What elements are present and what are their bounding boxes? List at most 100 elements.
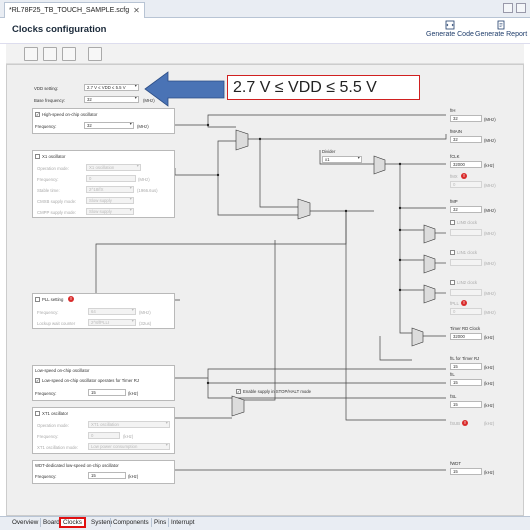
- fmx-unit: (MHz): [484, 183, 496, 188]
- x1-frequency-input[interactable]: 0: [86, 175, 136, 182]
- fmx-value: 0: [450, 181, 482, 188]
- tab-clocks[interactable]: Clocks: [59, 517, 86, 528]
- lin2-checkbox[interactable]: [450, 280, 455, 285]
- xt1-mode-label: Operation mode:: [37, 423, 70, 428]
- x1-label: X1 oscillator: [42, 154, 66, 159]
- timer-rd-label: Timer RD Clock: [450, 326, 481, 331]
- tab-pins[interactable]: Pins: [152, 517, 168, 528]
- pll-frequency-unit: (MHz): [139, 310, 151, 315]
- lin2-label: LIN2 clock: [457, 280, 478, 285]
- fih-unit: (MHz): [484, 117, 496, 122]
- x1-cmp-select[interactable]: Slow supply: [86, 208, 134, 215]
- tab-components[interactable]: Components: [111, 517, 151, 528]
- tab-overview[interactable]: Overview: [10, 517, 40, 528]
- lin0-unit: (MHz): [484, 231, 496, 236]
- fpll-unit: (MHz): [484, 310, 496, 315]
- fwdt-label: fWDT: [450, 461, 461, 466]
- x1-frequency-label: Frequency:: [37, 177, 59, 182]
- fil-value: 15: [450, 379, 482, 386]
- hoco-label: High-speed on-chip oscillator: [42, 112, 98, 117]
- fmp-unit: (MHz): [484, 208, 496, 213]
- vdd-range-callout: 2.7 V ≤ VDD ≤ 5.5 V: [227, 75, 420, 100]
- x1-cmxb-select[interactable]: Slow supply: [86, 197, 134, 204]
- loco-timer-label: Low-speed on-chip oscillator operates fo…: [42, 378, 139, 383]
- pll-lockup-label: Lockup wait counter: [37, 321, 76, 326]
- fil-rj-unit: (kHz): [484, 365, 495, 370]
- fwdt-unit: (kHz): [484, 470, 495, 475]
- lin1-value: [450, 259, 482, 266]
- enable-stop-checkbox[interactable]: ✓: [236, 389, 241, 394]
- xt1-label: XT1 oscillator: [42, 411, 69, 416]
- x1-checkbox[interactable]: [35, 154, 40, 159]
- xt1-mode-select[interactable]: XT1 oscillation: [88, 421, 170, 428]
- fih-label: fIH: [450, 108, 456, 113]
- fsub-unit: (kHz): [484, 421, 495, 426]
- x1-stable-label: Stable time:: [37, 188, 60, 193]
- fmx-label: fMX: [450, 174, 458, 179]
- lin0-checkbox[interactable]: [450, 220, 455, 225]
- fmain-value: 32: [450, 136, 482, 143]
- lin1-label: LIN1 clock: [457, 250, 478, 255]
- timer-rd-value: 32000: [450, 333, 482, 340]
- lin1-unit: (MHz): [484, 261, 496, 266]
- hoco-frequency-select[interactable]: 32: [84, 122, 134, 129]
- loco-timer-checkbox[interactable]: ✓: [35, 378, 40, 383]
- fsub-label: fSUB: [450, 421, 461, 426]
- divider-select[interactable]: x1: [322, 156, 362, 163]
- fil-unit: (kHz): [484, 381, 495, 386]
- fpll-label: fPLL: [450, 301, 459, 306]
- x1-mode-label: Operation mode:: [37, 166, 70, 171]
- lin0-label: LIN0 clock: [457, 220, 478, 225]
- x1-frequency-unit: (MHz): [138, 177, 150, 182]
- xt1-frequency-input[interactable]: 0: [88, 432, 120, 439]
- fclk-value: 32000: [450, 161, 482, 168]
- loco-frequency-input[interactable]: 15: [88, 389, 126, 396]
- xt1-osc-mode-select[interactable]: Low power consumption: [88, 443, 170, 450]
- hoco-checkbox[interactable]: ✓: [35, 112, 40, 117]
- tab-interrupt[interactable]: Interrupt: [169, 517, 196, 528]
- hoco-frequency-unit: (MHz): [137, 124, 149, 129]
- divider-label: Divider: [322, 149, 336, 154]
- xt1-osc-mode-label: XT1 oscillation mode:: [37, 445, 79, 450]
- wdt-label: WDT-dedicated low-speed on-chip oscillat…: [35, 463, 119, 468]
- x1-cmp-label: CMPP supply mode:: [37, 210, 77, 215]
- wdt-frequency-unit: (kHz): [128, 474, 139, 479]
- base-frequency-select[interactable]: 32: [84, 96, 139, 103]
- fmp-value: 32: [450, 206, 482, 213]
- pll-checkbox[interactable]: [35, 297, 40, 302]
- loco-frequency-unit: (kHz): [128, 391, 139, 396]
- vdd-setting-select[interactable]: 2.7 V ≤ VDD ≤ 5.5 V: [84, 84, 139, 91]
- loco-frequency-label: Frequency:: [35, 391, 57, 396]
- lin0-value: [450, 229, 482, 236]
- fpll-value: 0: [450, 308, 482, 315]
- wdt-frequency-input[interactable]: 15: [88, 472, 126, 479]
- x1-stable-select[interactable]: 2^18/fX: [86, 186, 134, 193]
- lin1-checkbox[interactable]: [450, 250, 455, 255]
- xt1-checkbox[interactable]: [35, 411, 40, 416]
- fsl-value: 15: [450, 401, 482, 408]
- hoco-frequency-label: Frequency:: [35, 124, 57, 129]
- fil-rj-value: 15: [450, 363, 482, 370]
- pll-lockup-unit: (32us): [139, 321, 152, 326]
- xt1-frequency-unit: (kHz): [123, 434, 134, 439]
- fsl-unit: (kHz): [484, 403, 495, 408]
- x1-stable-unit: (1966.6us): [137, 188, 158, 193]
- fclk-label: fCLK: [450, 154, 460, 159]
- base-frequency-unit: (MHz): [143, 98, 155, 103]
- fclk-unit: (kHz): [484, 163, 495, 168]
- fil-rj-label: fIL for Timer RJ: [450, 356, 480, 361]
- lin2-value: [450, 289, 482, 296]
- fwdt-value: 15: [450, 468, 482, 475]
- x1-mode-select[interactable]: X1 oscillation: [86, 164, 141, 171]
- error-icon: !: [461, 300, 467, 306]
- pll-frequency-label: Frequency:: [37, 310, 59, 315]
- enable-stop-label: Enable supply in STOP/HALT mode: [243, 389, 312, 394]
- left-arrow-icon: [144, 71, 225, 107]
- pll-label: PLL setting: [42, 297, 64, 302]
- error-icon: !: [68, 296, 74, 302]
- pll-lockup-select[interactable]: 2^8/fPLLI: [88, 319, 136, 326]
- x1-cmxb-label: CMXB supply mode:: [37, 199, 77, 204]
- lin2-unit: (MHz): [484, 291, 496, 296]
- base-frequency-label: Base frequency:: [34, 98, 66, 103]
- pll-frequency-select[interactable]: 64: [88, 308, 136, 315]
